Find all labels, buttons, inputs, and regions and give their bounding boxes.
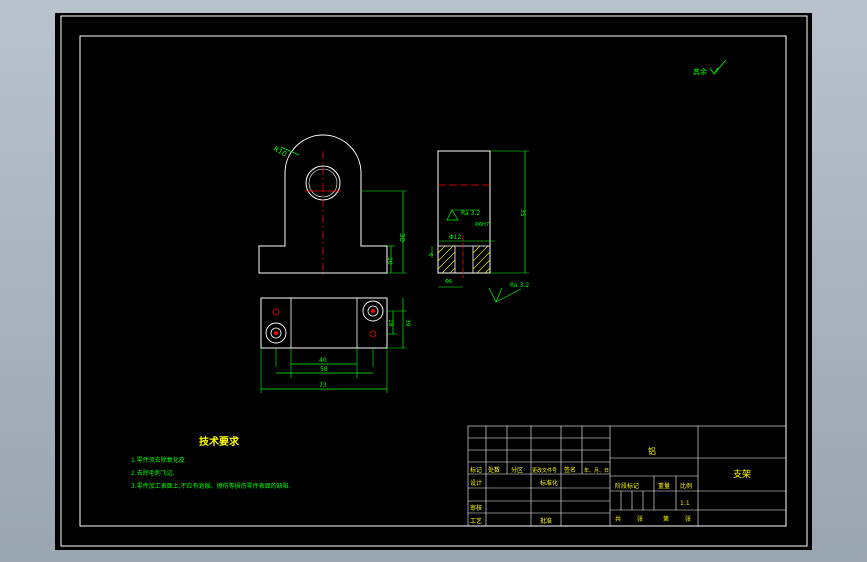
label-weight: 重量 — [658, 482, 670, 490]
label-review: 审核 — [470, 504, 482, 512]
top-view: 40 58 73 18 39 — [260, 297, 411, 393]
label-approve: 批准 — [540, 517, 552, 525]
label-count: 处数 — [488, 466, 500, 474]
side-view: 35 Ra 3.2 Φ6H7 Φ12 6 Φ6 Ra 3.2 — [427, 150, 529, 303]
ra-label-1: Ra 3.2 — [461, 210, 480, 217]
top-outline — [260, 297, 388, 349]
tech-note-1: 1.零件须去除氧化皮. — [131, 456, 187, 464]
sheets-current: 第 — [663, 515, 669, 523]
dim-10: 10 — [386, 257, 393, 265]
label-ratio: 比例 — [680, 482, 692, 490]
dim-side-h: 35 — [519, 209, 526, 217]
dim-18: 18 — [387, 319, 394, 327]
sheets-total: 共 — [615, 515, 621, 523]
label-design: 设计 — [470, 479, 482, 487]
dim-r10: R10 — [272, 145, 288, 159]
tech-requirements: 技术要求 1.零件须去除氧化皮. 2.去除毛刺飞边. 3.零件加工表面上,不应有… — [131, 435, 291, 490]
label-standard: 标准化 — [540, 479, 558, 487]
sheets-unit-1: 张 — [637, 515, 643, 523]
label-stage: 阶段标记 — [615, 482, 639, 490]
label-zone: 分区 — [511, 466, 523, 474]
label-process: 工艺 — [470, 517, 482, 525]
part-name: 支架 — [733, 468, 751, 480]
label-mark: 标记 — [470, 466, 482, 474]
cad-viewport[interactable]: 其余 R10 30 10 35 Ra 3.2 Φ6H7 Φ12 6 Φ6 Ra … — [55, 13, 812, 550]
dim-73: 73 — [319, 382, 327, 389]
dim-hole: Φ6 — [445, 279, 452, 285]
material: 铝 — [648, 446, 656, 456]
drawing-canvas: 其余 R10 30 10 35 Ra 3.2 Φ6H7 Φ12 6 Φ6 Ra … — [60, 15, 808, 547]
dim-40: 40 — [319, 357, 327, 364]
tech-title: 技术要求 — [199, 435, 240, 448]
label-change-doc: 更改文件号 — [532, 467, 557, 474]
dim-phi12: Φ12 — [449, 234, 462, 241]
dim-58: 58 — [320, 366, 328, 373]
svg-text:其余: 其余 — [693, 67, 707, 76]
front-view: R10 30 10 — [258, 134, 407, 275]
dim-30: 30 — [398, 233, 406, 242]
sheets-unit-2: 张 — [685, 515, 691, 523]
label-date: 年、月、日 — [584, 467, 609, 474]
tech-note-2: 2.去除毛刺飞边. — [131, 469, 175, 477]
dim-39: 39 — [404, 319, 411, 327]
outer-frame — [60, 15, 808, 547]
inner-frame — [79, 35, 787, 527]
label-sign: 签名 — [564, 466, 576, 474]
tech-note-3: 3.零件加工表面上,不应有划痕、擦伤等损伤零件表面的缺陷. — [131, 482, 291, 490]
scale-value: 1:1 — [680, 500, 690, 507]
phi-label: Φ6H7 — [475, 222, 489, 228]
ra-label-2: Ra 3.2 — [510, 282, 529, 289]
roughness-note: 其余 — [693, 59, 727, 76]
